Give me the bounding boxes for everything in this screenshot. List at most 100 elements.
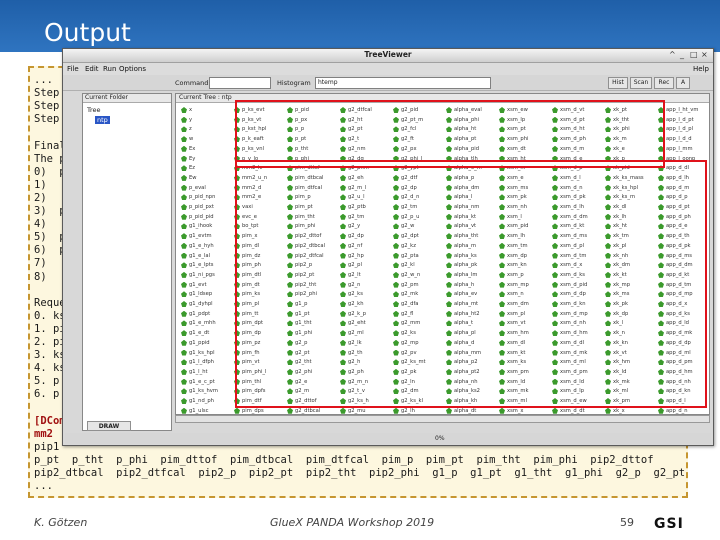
tree-leaf[interactable]: alpha_h: [445, 280, 503, 290]
tree-leaf[interactable]: p_ks_evt: [233, 105, 291, 115]
a-button[interactable]: A: [676, 77, 690, 89]
tree-leaf[interactable]: g2_mm: [392, 318, 450, 328]
tree-leaf[interactable]: g2_tm: [339, 212, 397, 222]
tree-leaf[interactable]: g2_t: [339, 134, 397, 144]
tree-leaf[interactable]: alpha_nh: [445, 377, 503, 387]
window-maximize-button[interactable]: □: [690, 50, 698, 59]
tree-leaf[interactable]: g2_w: [392, 221, 450, 231]
tree-leaf[interactable]: xk_n: [604, 328, 662, 338]
tree-leaf[interactable]: xsm_lh: [498, 231, 556, 241]
tree-leaf[interactable]: app_d_th: [657, 231, 709, 241]
window-shade-button[interactable]: ^: [669, 50, 676, 59]
tree-leaf[interactable]: alpha_mm: [445, 348, 503, 358]
tree-leaf[interactable]: app_d_dm: [657, 260, 709, 270]
tree-leaf[interactable]: xsm_ks: [498, 357, 556, 367]
tree-leaf[interactable]: app_d_kn: [657, 386, 709, 396]
tree-leaf[interactable]: g2_pnm: [339, 163, 397, 173]
tree-leaf[interactable]: g1_l_dfph: [180, 357, 238, 367]
tree-leaf[interactable]: xk_nh: [604, 251, 662, 261]
tree-leaf[interactable]: xk_pm: [604, 396, 662, 406]
tree-leaf[interactable]: pim_dtf: [233, 396, 291, 406]
tree-leaf[interactable]: app_d_pm: [657, 357, 709, 367]
leaf-list-pane[interactable]: Current Tree : ntp x y z w Ex Ey Ez Ew p_eval p_p…: [175, 93, 710, 415]
tree-leaf[interactable]: xsm_dm: [498, 299, 556, 309]
tree-leaf[interactable]: xk_dp: [604, 309, 662, 319]
tree-leaf[interactable]: xk_p: [604, 154, 662, 164]
tree-leaf[interactable]: app_l_d_pl: [657, 124, 709, 134]
tree-leaf[interactable]: g2_dtbcal: [286, 406, 344, 414]
tree-leaf[interactable]: xk_pl: [604, 241, 662, 251]
tree-leaf[interactable]: g1_ks_hvm: [180, 386, 238, 396]
tree-leaf[interactable]: xsm_ml: [498, 396, 556, 406]
tree-leaf[interactable]: pim_phi_l: [233, 367, 291, 377]
tree-leaf[interactable]: xsm_d_dt: [551, 406, 609, 414]
tree-leaf[interactable]: pim_pz: [233, 338, 291, 348]
tree-leaf[interactable]: y: [180, 115, 238, 125]
tree-leaf[interactable]: app_l_d_d: [657, 134, 709, 144]
tree-leaf[interactable]: xsm_dp: [498, 251, 556, 261]
tree-leaf[interactable]: pim_dz: [233, 251, 291, 261]
tree-leaf[interactable]: p_px: [286, 115, 344, 125]
tree-leaf[interactable]: pim_dtbcal: [286, 173, 344, 183]
menu-help[interactable]: Help: [693, 65, 709, 73]
tree-leaf[interactable]: g2_dtfcal: [339, 105, 397, 115]
tree-leaf[interactable]: g2_kz: [392, 241, 450, 251]
tree-leaf[interactable]: g2_mp: [392, 338, 450, 348]
menu-options[interactable]: Options: [119, 65, 146, 73]
tree-leaf[interactable]: xsm_d_ms: [551, 231, 609, 241]
tree-leaf[interactable]: app_d_ph: [657, 212, 709, 222]
tree-leaf[interactable]: alpha_nm: [445, 202, 503, 212]
tree-leaf[interactable]: xsm_d_n: [551, 183, 609, 193]
tree-leaf[interactable]: p_ks_vnl: [233, 144, 291, 154]
tree-leaf[interactable]: mm2_e: [233, 192, 291, 202]
tree-leaf[interactable]: g2_phi_l: [392, 154, 450, 164]
tree-leaf[interactable]: g1_e_c_pt: [180, 377, 238, 387]
tree-leaf[interactable]: g2_nf: [339, 241, 397, 251]
tree-leaf[interactable]: g2_pk: [392, 367, 450, 377]
tree-leaf[interactable]: pip2_p: [286, 260, 344, 270]
tree-leaf[interactable]: pim_tht: [286, 212, 344, 222]
scan-button[interactable]: Scan: [630, 77, 652, 89]
window-titlebar[interactable]: TreeViewer ^ _ □ ×: [63, 49, 713, 63]
tree-leaf[interactable]: xsm_d_nh: [551, 318, 609, 328]
tree-leaf[interactable]: g2_ypt: [392, 163, 450, 173]
horizontal-scrollbar[interactable]: [175, 415, 710, 423]
tree-leaf[interactable]: p_eval: [180, 183, 238, 193]
tree-leaf[interactable]: app_d_e: [657, 221, 709, 231]
tree-leaf[interactable]: xk_ld: [604, 367, 662, 377]
tree-leaf[interactable]: app_d_kt: [657, 270, 709, 280]
tree-leaf[interactable]: xk_ms: [604, 289, 662, 299]
tree-leaf[interactable]: xk_tm: [604, 231, 662, 241]
tree-leaf[interactable]: xsm_d_pid: [551, 280, 609, 290]
tree-leaf[interactable]: p_phi: [286, 154, 344, 164]
tree-leaf[interactable]: g2_ptb: [339, 202, 397, 212]
tree-leaf[interactable]: alpha_ev: [445, 289, 503, 299]
tree-leaf[interactable]: g2_e: [286, 377, 344, 387]
tree-leaf[interactable]: evc_e: [233, 212, 291, 222]
tree-leaf[interactable]: xsm_ht: [498, 154, 556, 164]
tree-leaf[interactable]: g2_dm: [392, 386, 450, 396]
tree-leaf[interactable]: g2_ks_mt: [392, 357, 450, 367]
tree-leaf[interactable]: xsm_d_e: [551, 154, 609, 164]
tree-leaf[interactable]: xk_hm: [604, 357, 662, 367]
tree-leaf[interactable]: xsm_d_tm: [551, 251, 609, 261]
tree-leaf[interactable]: g2_n: [339, 280, 397, 290]
tree-leaf[interactable]: g2_fcl: [392, 124, 450, 134]
tree-leaf[interactable]: g2_dg: [339, 154, 397, 164]
tree-leaf[interactable]: g2_p: [286, 338, 344, 348]
tree-leaf[interactable]: xsm_pm: [498, 367, 556, 377]
tree-leaf[interactable]: g2_pt: [286, 348, 344, 358]
tree-leaf[interactable]: xsm_mk: [498, 386, 556, 396]
folder-item-tree[interactable]: Tree: [87, 106, 101, 114]
tree-leaf[interactable]: xk_x: [604, 406, 662, 414]
tree-leaf[interactable]: alpha_dt: [445, 406, 503, 414]
tree-leaf[interactable]: xsm_pk: [498, 192, 556, 202]
tree-leaf[interactable]: pim_dpfs: [233, 386, 291, 396]
tree-leaf[interactable]: xsm_d_kn: [551, 299, 609, 309]
tree-leaf[interactable]: p_kst_hpl: [233, 124, 291, 134]
tree-leaf[interactable]: g2_ml: [339, 328, 397, 338]
tree-leaf[interactable]: g2_m_n: [339, 377, 397, 387]
tree-leaf[interactable]: pim_dpt: [233, 318, 291, 328]
tree-leaf[interactable]: xk_pid: [604, 163, 662, 173]
tree-leaf[interactable]: g1_tht: [286, 318, 344, 328]
